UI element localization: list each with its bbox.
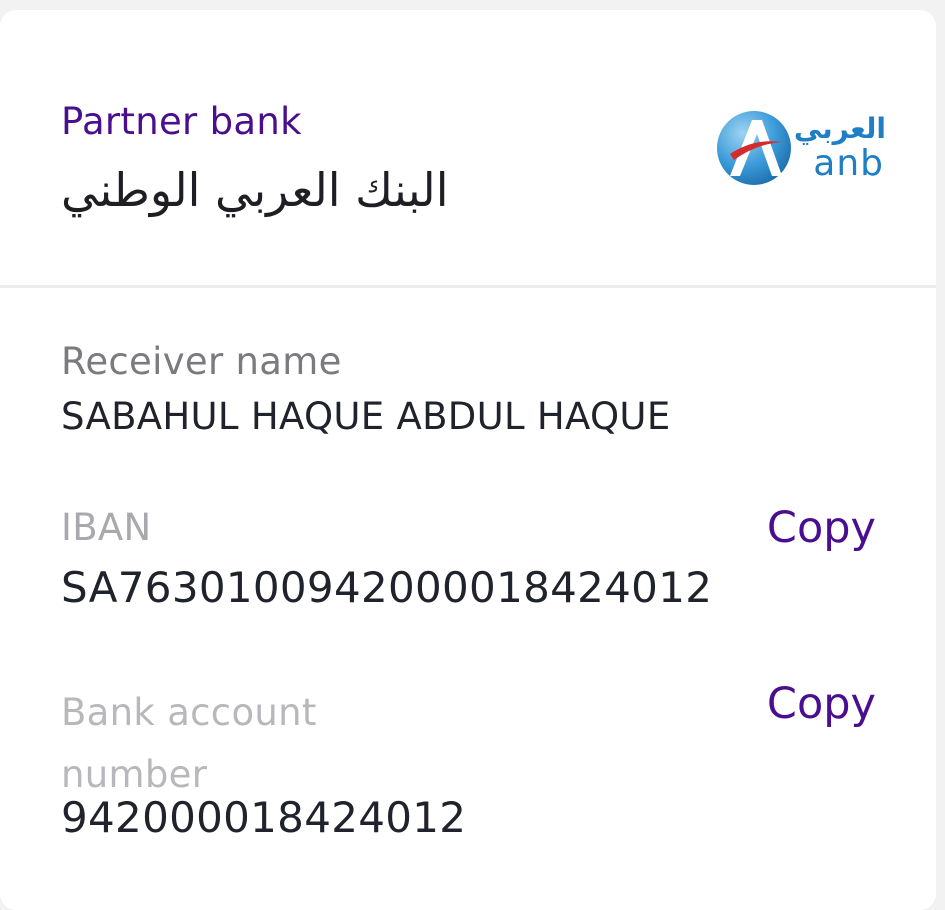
partner-bank-label: Partner bank	[61, 100, 302, 143]
anb-logo-arabic-text: العربي	[793, 112, 886, 145]
iban-label: IBAN	[61, 506, 152, 549]
anb-logo-emblem-icon	[717, 111, 791, 185]
anb-logo: العربي anb	[716, 110, 886, 190]
anb-logo-latin-text: anb	[813, 143, 884, 184]
partner-bank-name: البنك العربي الوطني	[61, 163, 449, 217]
receiver-name-label: Receiver name	[61, 340, 342, 383]
bank-account-number-label: Bank account number	[61, 691, 317, 796]
section-divider	[0, 285, 936, 288]
bank-account-number-value: 942000018424012	[61, 793, 467, 842]
copy-account-number-button[interactable]: Copy	[767, 678, 876, 730]
receiver-name-value: SABAHUL HAQUE ABDUL HAQUE	[61, 395, 671, 438]
bank-details-card: Partner bank البنك العربي الوطني العربي …	[0, 10, 936, 910]
partner-bank-section: Partner bank البنك العربي الوطني العربي …	[0, 10, 936, 286]
copy-iban-button[interactable]: Copy	[767, 502, 876, 554]
iban-value: SA7630100942000018424012	[61, 563, 713, 612]
